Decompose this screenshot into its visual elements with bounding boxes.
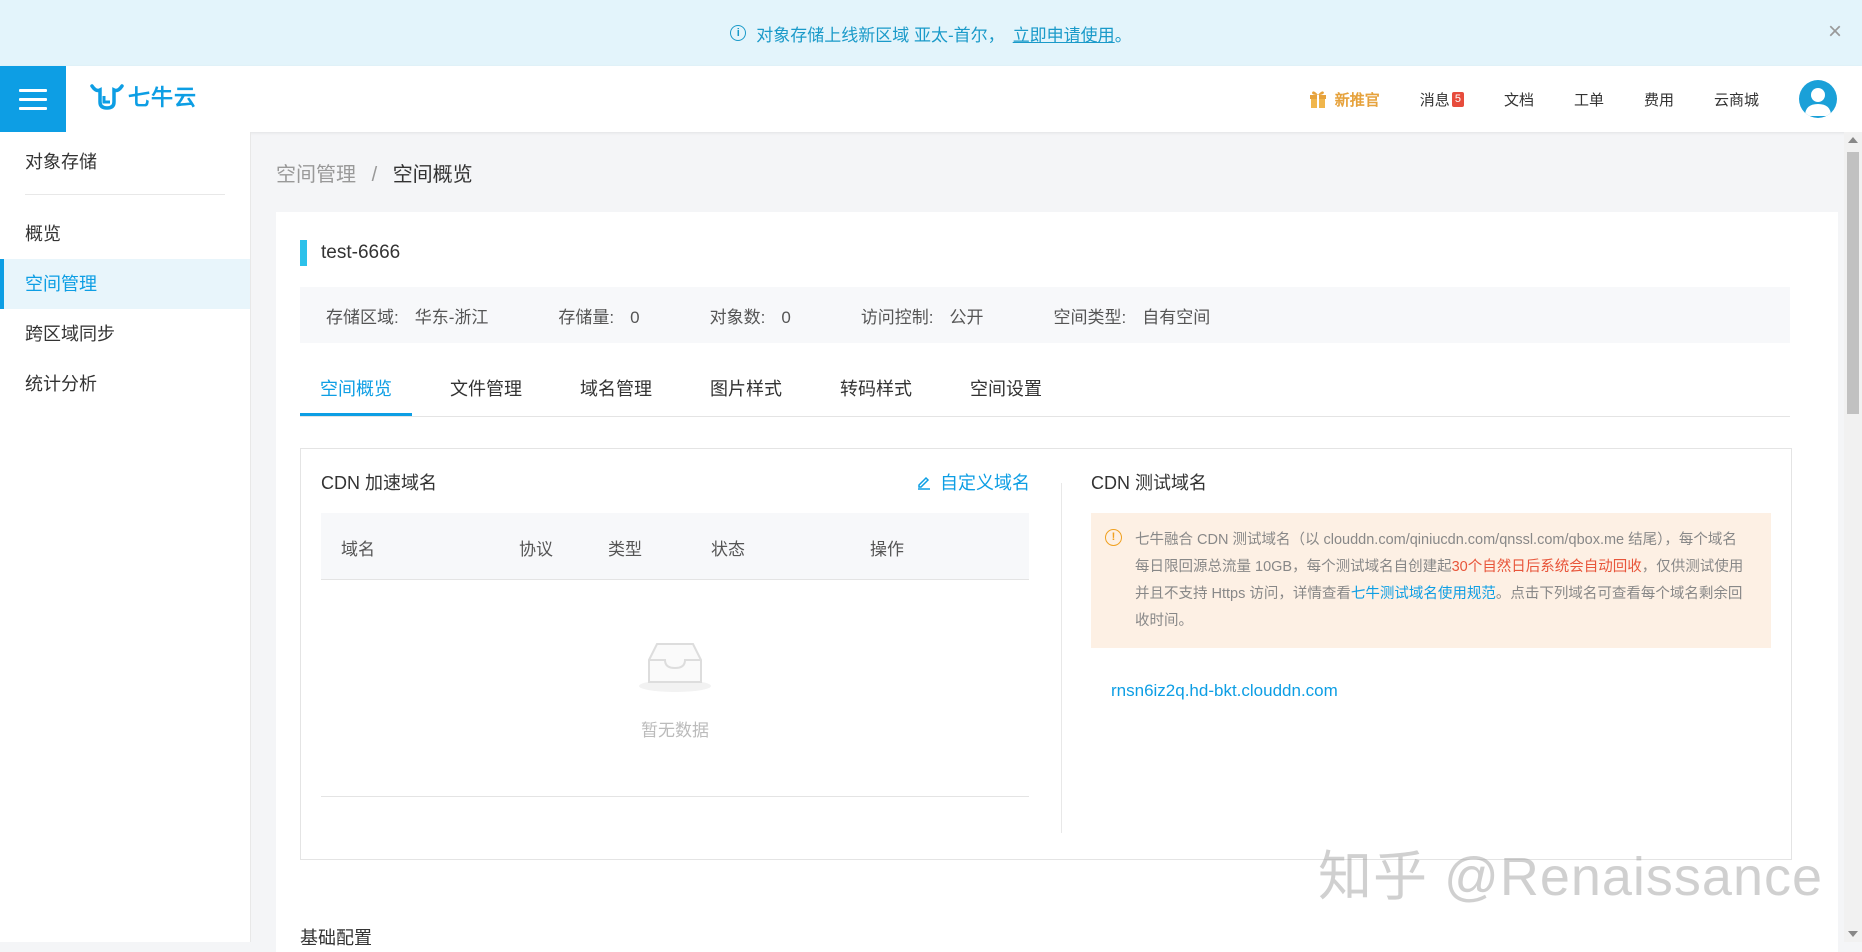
qiniu-logo[interactable]: 七牛云 bbox=[90, 80, 197, 112]
breadcrumb-parent[interactable]: 空间管理 bbox=[276, 164, 356, 186]
bucket-info-bar: 存储区域: 华东-浙江 存储量: 0 对象数: 0 访问控制: 公开 空间类型: 自有空间 bbox=[300, 287, 1790, 343]
domains-panel: CDN 加速域名 自定义域名 域名 协议 类型 状态 操作 暂无数据 CDN 测… bbox=[300, 448, 1792, 860]
col-action: 操作 bbox=[870, 540, 904, 559]
edit-icon bbox=[918, 476, 930, 490]
info-objects: 对象数: 0 bbox=[710, 303, 791, 328]
info-type-value: 自有空间 bbox=[1142, 307, 1211, 327]
gift-icon bbox=[1309, 91, 1326, 108]
info-objects-value: 0 bbox=[781, 307, 791, 327]
info-icon: i bbox=[730, 25, 747, 41]
user-avatar[interactable] bbox=[1799, 80, 1837, 118]
sidebar-title: 对象存储 bbox=[25, 152, 97, 172]
test-domain-notice: ! 七牛融合 CDN 测试域名（以 clouddn.com/qiniucdn.c… bbox=[1091, 513, 1771, 648]
menu-line bbox=[19, 106, 47, 110]
nav-docs[interactable]: 文档 bbox=[1504, 89, 1534, 110]
menu-line bbox=[19, 88, 47, 92]
notice-red-text: 30个自然日后系统会自动回收 bbox=[1451, 559, 1642, 575]
sidebar: 对象存储 概览 空间管理 跨区域同步 统计分析 bbox=[0, 132, 251, 942]
nav-new-promo[interactable]: 新推官 bbox=[1309, 89, 1380, 110]
logo-text: 七牛云 bbox=[128, 85, 198, 110]
test-domain-title: CDN 测试域名 bbox=[1091, 473, 1207, 493]
bull-logo-icon bbox=[90, 84, 124, 110]
info-type: 空间类型: 自有空间 bbox=[1054, 303, 1211, 328]
cdn-domain-title: CDN 加速域名 bbox=[321, 473, 437, 493]
col-type: 类型 bbox=[608, 540, 642, 559]
nav-messages[interactable]: 消息 5 bbox=[1420, 89, 1464, 110]
nav-tickets[interactable]: 工单 bbox=[1574, 89, 1604, 110]
info-region-value: 华东-浙江 bbox=[414, 307, 489, 327]
nav-marketplace[interactable]: 云商城 bbox=[1714, 89, 1759, 110]
basic-config-title: 基础配置 bbox=[300, 928, 372, 948]
nav-new-promo-label: 新推官 bbox=[1334, 91, 1380, 109]
tab-domain-management[interactable]: 域名管理 bbox=[560, 364, 672, 416]
cdn-table-empty: 暂无数据 bbox=[321, 580, 1029, 797]
user-icon bbox=[1805, 88, 1831, 116]
page-scrollbar[interactable] bbox=[1844, 132, 1862, 942]
close-icon[interactable]: × bbox=[1828, 20, 1842, 44]
empty-text: 暂无数据 bbox=[641, 721, 709, 740]
cdn-table-header: 域名 协议 类型 状态 操作 bbox=[321, 513, 1029, 580]
announcement-banner: i 对象存储上线新区域 亚太-首尔， 立即申请使用 。 × bbox=[0, 0, 1862, 66]
nav-billing[interactable]: 费用 bbox=[1644, 89, 1674, 110]
tab-bucket-settings[interactable]: 空间设置 bbox=[950, 364, 1062, 416]
zhihu-watermark: 知乎 @Renaissance bbox=[1318, 847, 1824, 907]
tab-overview[interactable]: 空间概览 bbox=[300, 364, 412, 416]
sidebar-item-bucket-management[interactable]: 空间管理 bbox=[0, 259, 250, 309]
sidebar-item-statistics[interactable]: 统计分析 bbox=[0, 359, 250, 409]
breadcrumb-separator: / bbox=[371, 164, 378, 186]
info-access: 访问控制: 公开 bbox=[861, 303, 984, 328]
col-status: 状态 bbox=[711, 540, 745, 559]
tab-file-management[interactable]: 文件管理 bbox=[430, 364, 542, 416]
warning-icon: ! bbox=[1105, 529, 1122, 546]
scroll-down-icon[interactable] bbox=[1848, 931, 1858, 937]
info-access-label: 访问控制: bbox=[860, 307, 934, 327]
breadcrumb: 空间管理 / 空间概览 bbox=[276, 158, 473, 187]
message-count-badge: 5 bbox=[1451, 91, 1464, 107]
custom-domain-button[interactable]: 自定义域名 bbox=[916, 469, 1030, 495]
sidebar-divider bbox=[25, 194, 225, 195]
info-storage-value: 0 bbox=[630, 307, 640, 327]
info-storage: 存储量: 0 bbox=[558, 303, 639, 328]
info-objects-label: 对象数: bbox=[709, 307, 766, 327]
nav-messages-label: 消息 bbox=[1419, 91, 1450, 109]
notice-spec-link[interactable]: 七牛测试域名使用规范 bbox=[1351, 586, 1496, 602]
tab-transcode-styles[interactable]: 转码样式 bbox=[820, 364, 932, 416]
col-domain: 域名 bbox=[341, 540, 375, 559]
scrollbar-thumb[interactable] bbox=[1847, 152, 1859, 414]
info-region-label: 存储区域: bbox=[326, 307, 399, 327]
hamburger-menu-button[interactable] bbox=[0, 66, 66, 132]
panel-divider bbox=[1061, 483, 1062, 833]
top-header: 七牛云 新推官 消息 5 文档 工单 费用 云商城 bbox=[0, 66, 1862, 132]
banner-apply-link[interactable]: 立即申请使用 bbox=[1013, 21, 1115, 46]
test-domain-link[interactable]: rnsn6iz2q.hd-bkt.clouddn.com bbox=[1111, 681, 1338, 701]
empty-inbox-icon bbox=[639, 643, 711, 692]
custom-domain-label: 自定义域名 bbox=[940, 473, 1030, 493]
info-storage-label: 存储量: bbox=[558, 307, 615, 327]
info-access-value: 公开 bbox=[949, 307, 984, 327]
col-protocol: 协议 bbox=[519, 540, 553, 559]
info-region: 存储区域: 华东-浙江 bbox=[326, 303, 488, 328]
sidebar-item-cross-region-sync[interactable]: 跨区域同步 bbox=[0, 309, 250, 359]
banner-text: 对象存储上线新区域 亚太-首尔， bbox=[756, 25, 1005, 45]
sidebar-item-overview[interactable]: 概览 bbox=[0, 209, 250, 259]
banner-suffix: 。 bbox=[1114, 25, 1132, 45]
scroll-up-icon[interactable] bbox=[1848, 137, 1858, 143]
bucket-tabs: 空间概览 文件管理 域名管理 图片样式 转码样式 空间设置 bbox=[300, 364, 1790, 417]
top-nav: 新推官 消息 5 文档 工单 费用 云商城 bbox=[1309, 66, 1862, 132]
menu-line bbox=[19, 97, 47, 101]
tab-image-styles[interactable]: 图片样式 bbox=[690, 364, 802, 416]
breadcrumb-current: 空间概览 bbox=[392, 164, 473, 186]
info-type-label: 空间类型: bbox=[1053, 307, 1127, 327]
bucket-name: test-6666 bbox=[300, 240, 400, 266]
